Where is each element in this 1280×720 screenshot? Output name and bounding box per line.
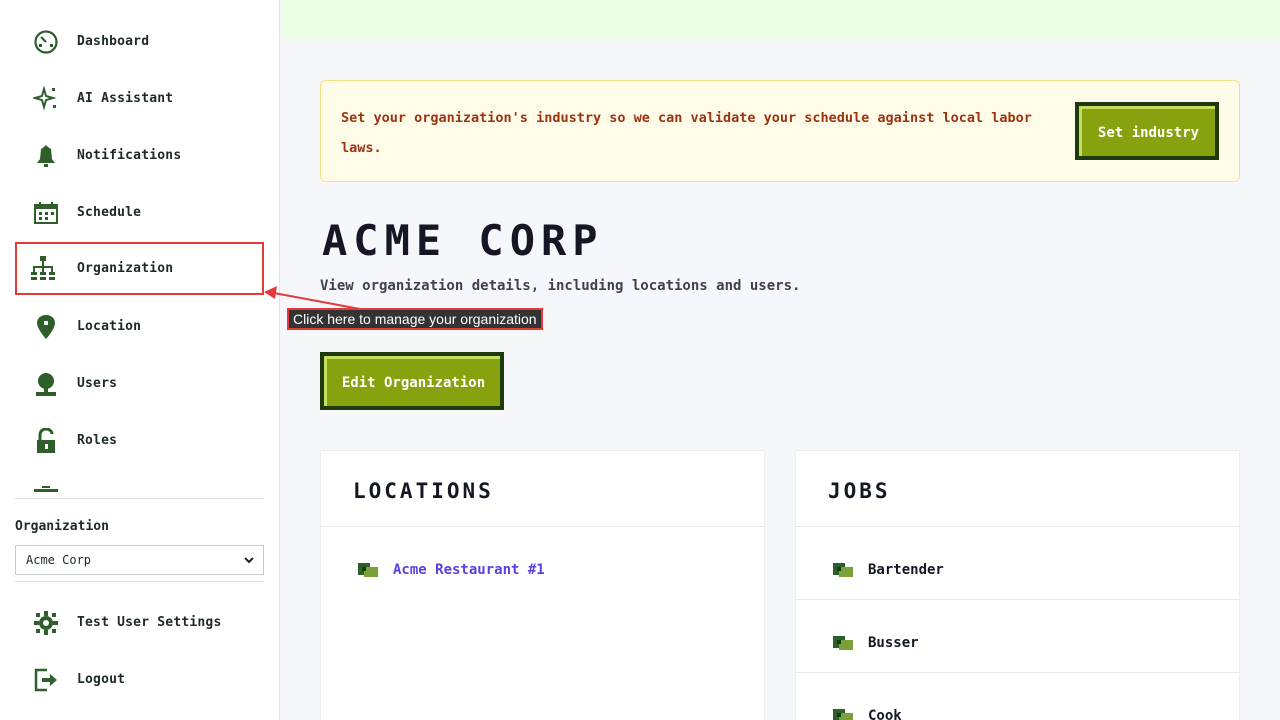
- map-pin-icon: [37, 315, 55, 339]
- sidebar-item-label: AI Assistant: [77, 91, 174, 106]
- job-row[interactable]: Cook: [796, 680, 1239, 720]
- calendar-icon: [34, 202, 58, 224]
- sidebar-item-label: Users: [77, 376, 118, 391]
- sidebar-item-organization[interactable]: Organization: [15, 242, 264, 295]
- sidebar-item-label: Organization: [77, 261, 174, 276]
- gear-icon: [34, 611, 58, 635]
- card-divider: [321, 526, 764, 527]
- job-name: Busser: [868, 635, 919, 651]
- org-chart-icon: [31, 256, 55, 280]
- org-select[interactable]: Acme Corp: [15, 545, 264, 575]
- bell-icon: [37, 145, 55, 167]
- sidebar-item-roles[interactable]: Roles: [15, 414, 264, 467]
- edit-organization-button[interactable]: Edit Organization: [320, 352, 504, 410]
- sidebar-divider: [15, 498, 264, 499]
- page-title: ACME CORP: [322, 216, 604, 265]
- sidebar-divider: [15, 581, 264, 582]
- org-select-label: Organization: [15, 519, 109, 534]
- sidebar-item-schedule[interactable]: Schedule: [15, 186, 264, 239]
- sidebar-item-test-user-settings[interactable]: Test User Settings: [15, 596, 264, 649]
- alert-message: Set your organization's industry so we c…: [341, 110, 1032, 156]
- job-name: Bartender: [868, 562, 944, 578]
- flag-icon: [833, 563, 853, 577]
- sidebar-item-dashboard[interactable]: Dashboard: [15, 15, 264, 68]
- sidebar-item-logout[interactable]: Logout: [15, 653, 264, 706]
- sidebar: Dashboard AI Assistant Notifications Sch…: [0, 0, 280, 720]
- logout-icon: [34, 668, 57, 692]
- sidebar-item-users[interactable]: Users: [15, 357, 264, 410]
- set-industry-button-label: Set industry: [1079, 106, 1215, 156]
- flag-icon: [358, 563, 378, 577]
- dashboard-icon: [34, 30, 58, 54]
- partial-nav-icon: [34, 486, 58, 492]
- flag-icon: [833, 636, 853, 650]
- industry-alert: Set your organization's industry so we c…: [320, 80, 1240, 182]
- edit-organization-button-label: Edit Organization: [324, 356, 500, 406]
- sidebar-item-label: Test User Settings: [77, 615, 222, 630]
- locations-title: LOCATIONS: [353, 479, 494, 503]
- sidebar-item-location[interactable]: Location: [15, 300, 264, 353]
- locations-card: LOCATIONS Acme Restaurant #1: [320, 450, 765, 720]
- card-divider: [796, 599, 1239, 600]
- tooltip: Click here to manage your organization: [287, 308, 543, 330]
- sparkle-icon: [33, 86, 57, 111]
- sidebar-item-label: Notifications: [77, 148, 182, 163]
- flag-icon: [833, 709, 853, 720]
- top-banner: [281, 0, 1280, 40]
- card-divider: [796, 526, 1239, 527]
- sidebar-item-ai-assistant[interactable]: AI Assistant: [15, 72, 264, 125]
- sidebar-nav: Dashboard AI Assistant Notifications Sch…: [0, 0, 280, 492]
- job-row[interactable]: Bartender: [796, 534, 1239, 607]
- job-row[interactable]: Busser: [796, 607, 1239, 680]
- user-icon: [36, 373, 56, 396]
- job-name: Cook: [868, 708, 902, 720]
- sidebar-item-label: Location: [77, 319, 142, 334]
- chevron-down-icon: [244, 557, 254, 564]
- sidebar-item-label: Schedule: [77, 205, 142, 220]
- location-row[interactable]: Acme Restaurant #1: [321, 534, 764, 607]
- sidebar-item-label: Dashboard: [77, 34, 150, 49]
- sidebar-item-label: Roles: [77, 433, 118, 448]
- lock-icon: [37, 428, 55, 453]
- sidebar-item-notifications[interactable]: Notifications: [15, 129, 264, 182]
- location-link[interactable]: Acme Restaurant #1: [393, 562, 545, 578]
- jobs-title: JOBS: [828, 479, 891, 503]
- org-select-value: Acme Corp: [26, 553, 92, 567]
- sidebar-item-label: Logout: [77, 672, 126, 687]
- card-divider: [796, 672, 1239, 673]
- set-industry-button[interactable]: Set industry: [1075, 102, 1219, 160]
- page-description: View organization details, including loc…: [320, 278, 801, 294]
- jobs-card: JOBS Bartender Busser Cook: [795, 450, 1240, 720]
